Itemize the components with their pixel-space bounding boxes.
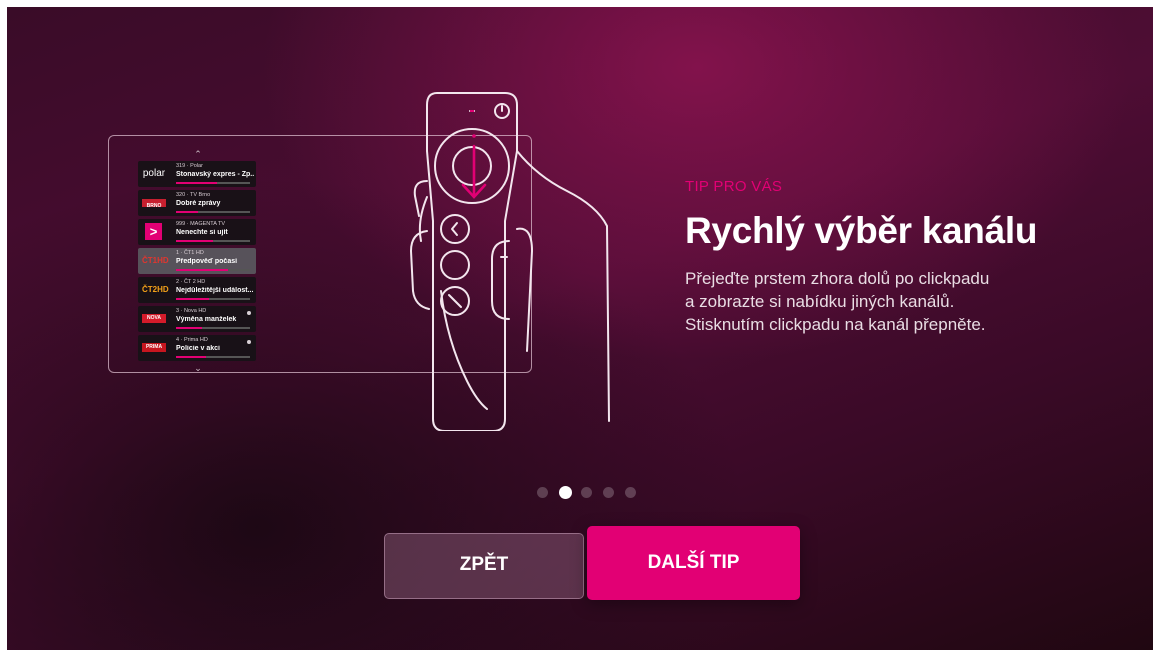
- tip-description-line: a zobrazte si nabídku jiných kanálů.: [685, 292, 955, 311]
- channel-row[interactable]: BRNO 320 · TV Brno Dobré zprávy: [138, 190, 256, 216]
- tip-title: Rychlý výběr kanálu: [685, 210, 1038, 251]
- channel-number: 999: [176, 221, 186, 227]
- channel-meta: 999 · MAGENTA TV: [176, 221, 225, 227]
- channel-station: Polar: [190, 163, 203, 169]
- recording-icon: [247, 340, 251, 344]
- program-progress-bar: [176, 327, 250, 329]
- channel-meta: 2 · ČT 2 HD: [176, 279, 205, 285]
- channel-number: 320: [176, 192, 186, 198]
- program-progress-bar: [176, 211, 250, 213]
- channel-station: MAGENTA TV: [190, 221, 226, 227]
- program-title: Nejdůležitější událost...: [176, 287, 254, 294]
- channel-row[interactable]: polar 319 · Polar Stonavský expres - Zp...: [138, 161, 256, 187]
- recording-icon: [247, 311, 251, 315]
- channel-meta: 4 · Prima HD: [176, 337, 208, 343]
- back-button-icon: [440, 214, 470, 244]
- channel-station: ČT1 HD: [183, 250, 204, 256]
- pagination-dot: [537, 487, 548, 498]
- tip-description: Přejeďte prstem zhora dolů po clickpadu …: [685, 267, 1065, 336]
- program-title: Předpověď počasí: [176, 258, 238, 265]
- channel-station: TV Brno: [189, 192, 211, 198]
- pagination-dot: [603, 487, 614, 498]
- channel-meta: 1 · ČT1 HD: [176, 250, 204, 256]
- channel-station: ČT 2 HD: [183, 279, 206, 285]
- channel-row[interactable]: >999 · MAGENTA TV Nenechte si ujít: [138, 219, 256, 245]
- program-title: Stonavský expres - Zp...: [176, 171, 254, 178]
- clickpad-icon: [434, 128, 510, 204]
- program-progress-fill: [176, 182, 217, 184]
- tip-eyebrow: TIP PRO VÁS: [685, 178, 783, 195]
- program-progress-fill: [176, 269, 228, 271]
- channel-list: ⌃ polar 319 · Polar Stonavský expres - Zp.…: [138, 149, 258, 373]
- next-tip-button[interactable]: DALŠÍ TIP: [587, 526, 800, 600]
- channel-meta: 319 · Polar: [176, 163, 203, 169]
- pagination-dot: [581, 487, 592, 498]
- remote-hand-illustration: [410, 92, 610, 431]
- back-button[interactable]: ZPĚT: [384, 533, 584, 599]
- channel-logo: BRNO: [142, 199, 166, 209]
- channel-logo: PRIMA: [142, 343, 166, 352]
- swipe-down-arrow-icon: [461, 144, 487, 199]
- program-progress-bar: [176, 356, 250, 358]
- channel-logo: >: [145, 223, 162, 240]
- channel-meta: 320 · TV Brno: [176, 192, 210, 198]
- channel-row[interactable]: PRIMA 4 · Prima HD Policie v akci: [138, 335, 256, 361]
- channel-station: Prima HD: [183, 337, 208, 343]
- program-progress-bar: [176, 298, 250, 300]
- program-progress-fill: [176, 211, 199, 213]
- pagination-dot: [625, 487, 636, 498]
- program-progress-fill: [176, 240, 213, 242]
- pagination-dot: [559, 486, 572, 499]
- scroll-down-icon: ⌄: [194, 363, 202, 373]
- channel-meta: 3 · Nova HD: [176, 308, 206, 314]
- channel-station: Nova HD: [183, 308, 207, 314]
- program-title: Nenechte si ujít: [176, 229, 228, 236]
- onboarding-tip-screen: ⌃ polar 319 · Polar Stonavský expres - Zp.…: [7, 7, 1153, 650]
- channel-row[interactable]: ČT1HD 1 · ČT1 HD Předpověď počasí: [138, 248, 256, 274]
- program-title: Policie v akci: [176, 345, 220, 352]
- program-progress-fill: [176, 298, 210, 300]
- channel-row[interactable]: NOVA 3 · Nova HD Výměna manželek: [138, 306, 256, 332]
- program-title: Dobré zprávy: [176, 200, 221, 207]
- channel-logo: NOVA: [142, 314, 166, 323]
- tip-description-line: Stisknutím clickpadu na kanál přepněte.: [685, 315, 986, 334]
- channel-logo: ČT1HD: [142, 256, 169, 265]
- program-progress-bar: [176, 240, 250, 242]
- tip-description-line: Přejeďte prstem zhora dolů po clickpadu: [685, 269, 990, 288]
- program-progress-fill: [176, 327, 202, 329]
- play-pause-icon: [440, 250, 470, 280]
- channel-logo: polar: [142, 168, 166, 179]
- program-title: Výměna manželek: [176, 316, 237, 323]
- program-progress-bar: [176, 182, 250, 184]
- channel-logo: ČT2HD: [142, 285, 169, 294]
- channel-row[interactable]: ČT2HD 2 · ČT 2 HD Nejdůležitější událost..…: [138, 277, 256, 303]
- program-progress-fill: [176, 356, 206, 358]
- program-progress-bar: [176, 269, 250, 271]
- scroll-up-icon: ⌃: [194, 149, 202, 159]
- channel-number: 319: [176, 163, 186, 169]
